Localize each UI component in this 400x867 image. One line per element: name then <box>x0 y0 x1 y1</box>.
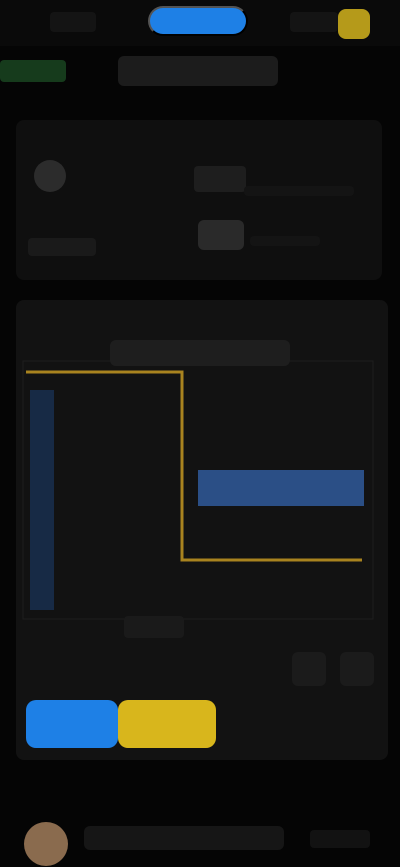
profile-avatar <box>34 160 66 192</box>
page-title <box>118 56 278 86</box>
user-avatar[interactable] <box>338 9 370 39</box>
footer-avatar[interactable] <box>24 822 68 866</box>
profile-card <box>16 120 382 280</box>
top-navigation-bar <box>0 0 400 46</box>
center-nav-button[interactable] <box>148 6 248 36</box>
primary-button[interactable] <box>26 700 118 748</box>
profile-stat-icon <box>194 166 246 192</box>
profile-action-label <box>250 236 320 246</box>
footer-side-label <box>310 830 370 848</box>
chart-area <box>22 360 374 620</box>
menu-icon[interactable] <box>50 12 96 32</box>
settings-icon[interactable] <box>290 12 338 32</box>
blue-left-bar <box>30 390 54 610</box>
profile-stat-value <box>244 186 354 196</box>
profile-label <box>28 238 96 256</box>
status-indicator <box>0 60 66 82</box>
gold-outline-path <box>26 370 362 562</box>
more-icon[interactable] <box>340 652 374 686</box>
secondary-button[interactable] <box>118 700 216 748</box>
blue-right-band <box>198 470 364 506</box>
footer-text <box>84 826 284 850</box>
edit-icon[interactable] <box>292 652 326 686</box>
chart-footer-label <box>124 616 184 638</box>
profile-action-icon[interactable] <box>198 220 244 250</box>
